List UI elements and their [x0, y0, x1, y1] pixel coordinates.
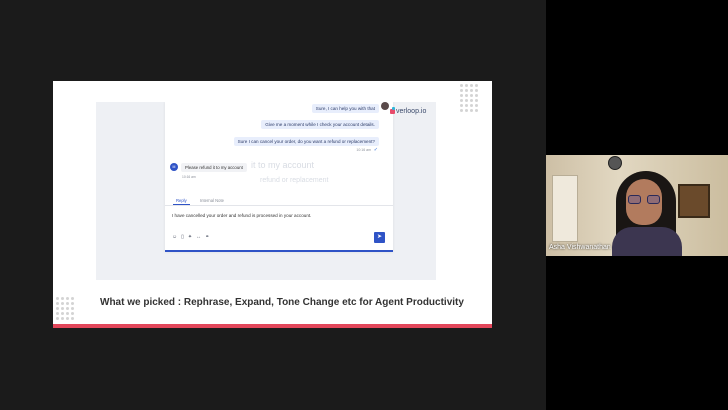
participant-name: Asha Vishwanathan [549, 244, 611, 251]
decorative-dots [56, 297, 74, 320]
tab-reply[interactable]: Reply [173, 197, 190, 205]
agent-message: Sure, I can help you with that [311, 104, 379, 113]
attach-icon[interactable]: ⚭ [205, 234, 209, 240]
video-background [552, 175, 578, 242]
participant-video [612, 227, 682, 256]
ai-rephrase-icon[interactable]: ✦ [188, 234, 192, 240]
agent-message: Sure I can cancel your order, do you wan… [233, 137, 379, 146]
participant-video-tile[interactable]: Asha Vishwanathan [546, 155, 728, 256]
ghost-suggestion: refund or replacement [260, 177, 329, 184]
send-button[interactable]: ➤ [374, 232, 385, 243]
template-icon[interactable]: ▯ [181, 234, 184, 240]
message-timestamp: 10:16 am [356, 148, 371, 152]
decorative-dots [460, 84, 478, 112]
wall-painting [678, 184, 710, 218]
customer-avatar: M [170, 163, 178, 171]
participant-video [628, 195, 660, 204]
reply-input[interactable]: I have cancelled your order and refund i… [172, 213, 311, 218]
customer-message: Please refund it to my account [181, 163, 247, 172]
divider [165, 250, 393, 252]
send-icon: ➤ [376, 234, 383, 240]
logo-text: verloop.io [396, 108, 427, 115]
avatar [381, 102, 389, 110]
clock-icon [608, 156, 622, 170]
product-screenshot: Sure, I can help you with that Give me a… [96, 102, 436, 280]
agent-message: Give me a moment while I check your acco… [261, 120, 379, 129]
composer-toolbar: ☺ ▯ ✦ ↔ ⚭ [172, 234, 209, 240]
brand-logo: verloop.io [390, 107, 427, 115]
emoji-icon[interactable]: ☺ [172, 234, 177, 240]
expand-icon[interactable]: ↔ [196, 234, 201, 240]
tab-internal-note[interactable]: Internal Note [197, 197, 227, 204]
slide-accent-bar [53, 324, 492, 328]
shared-slide: Sure, I can help you with that Give me a… [53, 81, 492, 328]
composer-tabs: Reply Internal Note [165, 196, 393, 206]
chat-panel: Sure, I can help you with that Give me a… [165, 102, 393, 252]
check-icon: ✓ [373, 147, 378, 153]
ghost-suggestion: it to my account [251, 160, 315, 170]
slide-caption: What we picked : Rephrase, Expand, Tone … [100, 297, 464, 308]
message-timestamp: 10:16 am [182, 175, 196, 179]
logo-icon [390, 107, 395, 114]
